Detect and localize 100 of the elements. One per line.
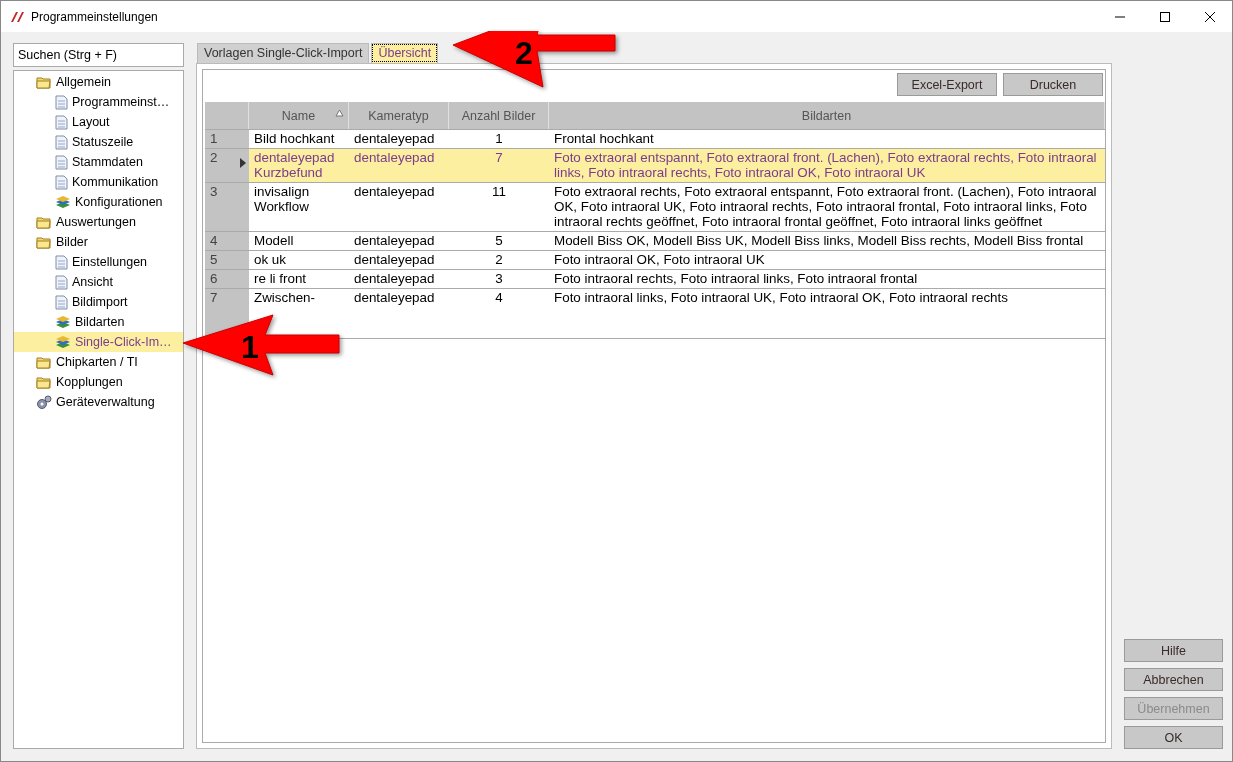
books-icon <box>55 194 71 210</box>
tree-label: Stammdaten <box>72 155 143 169</box>
table-cell-text: 11 <box>491 183 507 201</box>
table-cell-text: re li front <box>253 270 308 288</box>
folder-icon <box>36 355 52 369</box>
page-icon <box>55 114 68 130</box>
table-cell-text: 1 <box>494 130 504 148</box>
current-row-icon <box>240 158 246 168</box>
table-cell-text: Modell <box>253 232 295 250</box>
tree-label: Einstellungen <box>72 255 148 269</box>
tree-item[interactable]: Layout <box>14 112 183 132</box>
table-cell-text: dentaleyepad <box>353 130 436 148</box>
tree-label: Programmeinst… <box>72 95 170 109</box>
table-cell-text: dentaleyepad <box>353 183 436 201</box>
dialog-button[interactable]: OK <box>1124 726 1223 749</box>
table-cell-text: Foto intraoral rechts, Foto intraoral links, Foto intraoral frontal <box>553 270 919 288</box>
table-cell-text: dentaleyepad <box>353 251 436 269</box>
toolbar-button[interactable]: Drucken <box>1003 73 1103 96</box>
table-cell: Foto extraoral entspannt, Foto extraoral front. (Lachen), Foto extraoral rechts, Foto intraoral links, Foto intraoral rechts, Foto intraoral OK, Foto intraoral UK <box>549 149 1105 182</box>
sort-icon <box>335 109 344 117</box>
tree-item[interactable]: Allgemein <box>14 72 183 92</box>
tree-item[interactable]: Bildimport <box>14 292 183 312</box>
tree-item[interactable]: Auswertungen <box>14 212 183 232</box>
folder-icon <box>36 235 52 249</box>
tree-item[interactable]: Bildarten <box>14 312 183 332</box>
tree-item[interactable]: Stammdaten <box>14 152 183 172</box>
tree-item[interactable]: Kopplungen <box>14 372 183 392</box>
folder-icon <box>36 75 52 89</box>
table-cell-text: ok uk <box>253 251 287 269</box>
books-icon <box>55 314 71 330</box>
tree-label: Bildimport <box>72 295 128 309</box>
tree-label: Kopplungen <box>56 375 123 389</box>
page-icon <box>55 274 68 290</box>
tree-item[interactable]: Bilder <box>14 232 183 252</box>
tree-item[interactable]: Konfigurationen <box>14 192 183 212</box>
tree-label: Statuszeile <box>72 135 134 149</box>
table-cell-text: Frontal hochkant <box>553 130 655 148</box>
tree-item[interactable]: Einstellungen <box>14 252 183 272</box>
table-cell-text: Modell Biss OK, Modell Biss UK, Modell Biss links, Modell Biss rechts, Modell Biss frontal <box>553 232 1085 250</box>
page-icon <box>55 134 68 150</box>
tree-item[interactable]: Ansicht <box>14 272 183 292</box>
table-cell-text: 3 <box>494 270 504 288</box>
folder-icon <box>36 215 52 229</box>
tree-label: Allgemein <box>56 75 111 89</box>
tree-item[interactable]: Kommunikation <box>14 172 183 192</box>
table-cell-text: dentaleyepad <box>353 232 436 250</box>
tree-label: Auswertungen <box>56 215 136 229</box>
table-cell-text: Bild hochkant <box>253 130 336 148</box>
books-icon <box>55 334 71 350</box>
tab[interactable]: Vorlagen Single-Click-Import <box>197 43 370 63</box>
tree-label: Chipkarten / TI <box>56 355 138 369</box>
page-icon <box>55 174 68 190</box>
dialog-button[interactable]: Hilfe <box>1124 639 1223 662</box>
tree-label: Single-Click-Im… <box>75 335 172 349</box>
window-title: Programmeinstellungen <box>31 9 158 24</box>
toolbar-button[interactable]: Excel-Export <box>897 73 997 96</box>
tree-label: Bildarten <box>75 315 125 329</box>
tree-label: Konfigurationen <box>75 195 163 209</box>
table-cell-text: Foto intraoral OK, Foto intraoral UK <box>553 251 766 269</box>
maximize-icon[interactable] <box>1159 10 1171 23</box>
table-cell-text: dentaleyepad <box>353 289 436 307</box>
tree-item[interactable]: Statuszeile <box>14 132 183 152</box>
table-cell: dentaleyepad <box>349 149 449 182</box>
tree-item[interactable]: Single-Click-Im… <box>14 332 183 352</box>
dialog-button[interactable]: Abbrechen <box>1124 668 1223 691</box>
row-number: 5 <box>205 251 249 269</box>
page-icon <box>55 294 68 310</box>
page-icon <box>55 254 68 270</box>
row-number: 1 <box>205 130 249 148</box>
tree-label: Kommunikation <box>72 175 159 189</box>
page-icon <box>55 154 68 170</box>
gears-icon <box>36 394 52 410</box>
tree-label: Bilder <box>56 235 88 249</box>
table-cell-text: 5 <box>494 232 504 250</box>
table-cell-text: 2 <box>494 251 504 269</box>
table-cell-text: dentaleyepad <box>353 270 436 288</box>
close-icon[interactable] <box>1204 10 1216 23</box>
table-cell-text: Foto intraoral links, Foto intraoral UK, Foto intraoral OK, Foto intraoral rechts <box>553 289 1009 307</box>
table-cell-text: 4 <box>494 289 504 307</box>
tree-item[interactable]: Chipkarten / TI <box>14 352 183 372</box>
app-logo-icon <box>11 11 25 22</box>
row-number: 2 <box>205 149 249 182</box>
callout-arrow: 1 <box>183 313 343 377</box>
tree-label: Geräteverwaltung <box>56 395 155 409</box>
tab[interactable]: Übersicht <box>371 43 439 63</box>
search-field[interactable]: Suchen (Strg + F) <box>13 43 184 67</box>
tree-item[interactable]: Programmeinst… <box>14 92 183 112</box>
row-number: 3 <box>205 183 249 231</box>
row-number: 6 <box>205 270 249 288</box>
callout-arrow: 2 <box>453 31 618 87</box>
table-cell: dentaleyepad Kurzbefund <box>249 149 349 182</box>
table-cell-text: Foto extraoral rechts, Foto extraoral entspannt, Foto extraoral front. (Lachen), Foto intraoral OK, Foto intraoral UK, Foto intraoral rechts, Foto intraoral frontal, Foto intraoral links, Foto intraoral rechts geöffnet, Foto intraoral frontal geöffnet, Foto intraoral links geöffnet <box>553 183 1098 231</box>
row-number: 4 <box>205 232 249 250</box>
tree-label: Layout <box>72 115 110 129</box>
folder-icon <box>36 375 52 389</box>
table-cell-text: Zwischen- <box>253 289 317 307</box>
tree-item[interactable]: Geräteverwaltung <box>14 392 183 412</box>
table-cell: 7 <box>449 149 549 182</box>
page-icon <box>55 94 68 110</box>
table-cell-text: invisalign Workflow <box>253 183 311 216</box>
